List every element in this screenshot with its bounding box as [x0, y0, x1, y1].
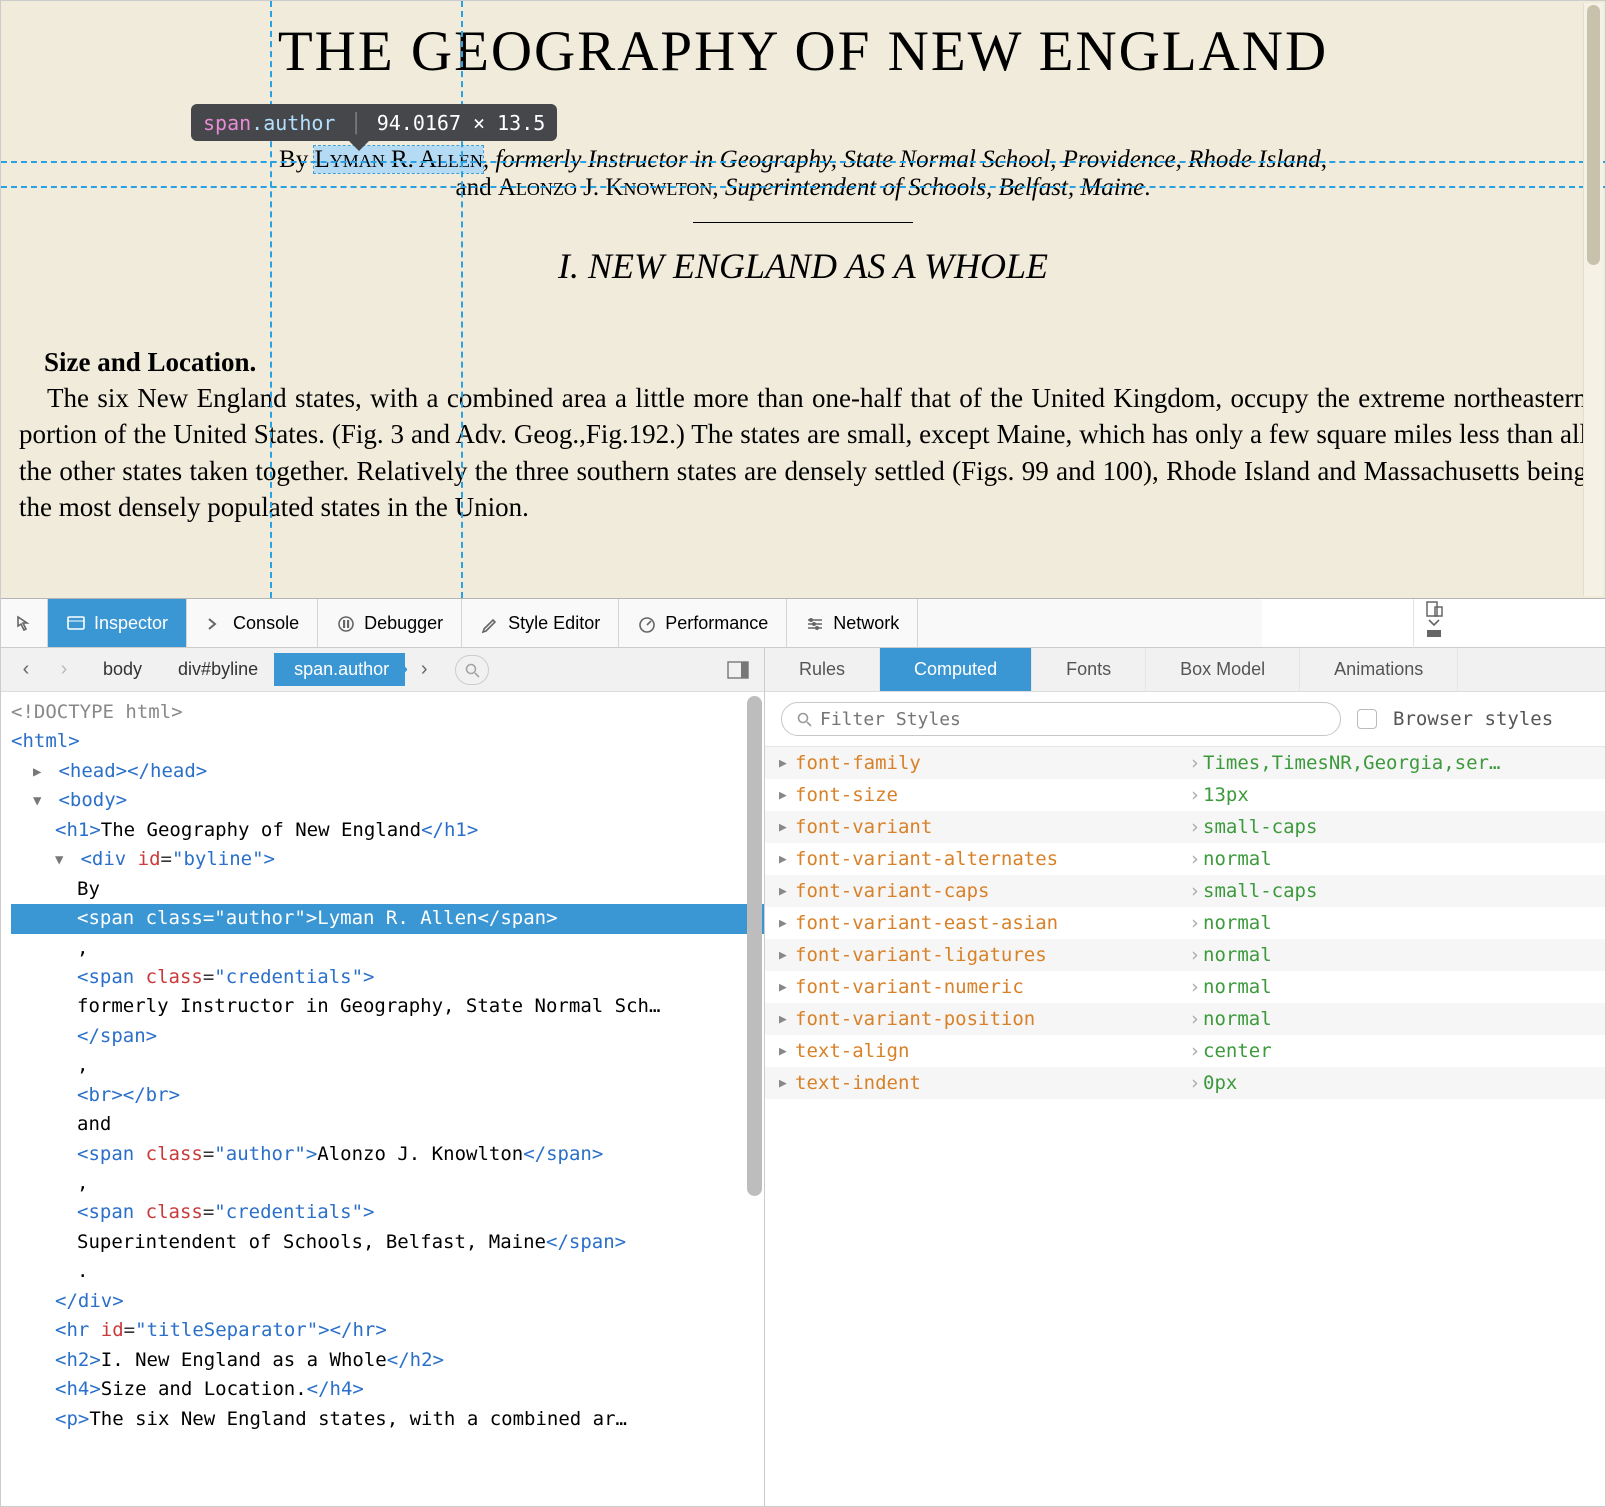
credentials-1: formerly Instructor in Geography, State …	[495, 146, 1320, 173]
browser-styles-label: Browser styles	[1393, 708, 1553, 730]
computed-row[interactable]: ▶font-variant-numeric›normal	[765, 971, 1605, 1003]
devtools: Inspector Console Debugger Style Editor …	[1, 598, 1605, 1506]
title-separator	[693, 222, 913, 223]
computed-row[interactable]: ▶font-variant›small-caps	[765, 811, 1605, 843]
devtools-toolbar: Inspector Console Debugger Style Editor …	[1, 599, 1605, 648]
tab-label: Style Editor	[508, 613, 600, 634]
byline-by: By	[279, 146, 314, 173]
computed-row[interactable]: ▶font-variant-alternates›normal	[765, 843, 1605, 875]
page-scrollbar[interactable]	[1583, 3, 1603, 596]
breadcrumb-item-selected[interactable]: span.author	[274, 653, 405, 686]
tooltip-tag: span	[203, 111, 251, 135]
tab-animations[interactable]: Animations	[1300, 648, 1458, 691]
subsection-heading: Size and Location.	[44, 347, 1587, 378]
computed-styles-list: ▶font-family›Times,TimesNR,Georgia,ser… …	[765, 747, 1605, 1506]
dom-tree[interactable]: <!DOCTYPE html> <html> ▶ <head></head> ▼…	[1, 692, 764, 1506]
computed-row[interactable]: ▶font-variant-east-asian›normal	[765, 907, 1605, 939]
computed-row[interactable]: ▶font-variant-position›normal	[765, 1003, 1605, 1035]
guide-line	[1, 186, 1605, 188]
tab-label: Network	[833, 613, 899, 634]
tooltip-class: .author	[251, 111, 335, 135]
tab-label: Performance	[665, 613, 768, 634]
tab-label: Inspector	[94, 613, 168, 634]
computed-row[interactable]: ▶text-align›center	[765, 1035, 1605, 1067]
tooltip-dims: 94.0167 × 13.5	[377, 111, 546, 135]
comma: ,	[483, 146, 496, 173]
dom-node-selected[interactable]: <span class="author">Lyman R. Allen</spa…	[11, 904, 764, 933]
search-icon	[796, 711, 812, 727]
tab-box-model[interactable]: Box Model	[1146, 648, 1300, 691]
tab-debugger[interactable]: Debugger	[318, 599, 462, 647]
responsive-mode-button[interactable]	[1413, 599, 1453, 619]
filter-input[interactable]	[820, 709, 1326, 730]
computed-row[interactable]: ▶text-indent›0px	[765, 1067, 1605, 1099]
pick-element-button[interactable]	[1, 599, 48, 647]
toggle-panel-button[interactable]	[718, 655, 758, 685]
tab-console[interactable]: Console	[187, 599, 318, 647]
comma: ,	[1321, 146, 1327, 173]
breadcrumb-prev[interactable]: ‹	[7, 654, 45, 686]
expand-toggle[interactable]: ▶	[33, 762, 47, 784]
guide-line	[461, 1, 463, 598]
page-content: THE GEOGRAPHY OF NEW ENGLAND By Lyman R.…	[1, 1, 1605, 598]
tab-rules[interactable]: Rules	[765, 648, 880, 691]
author-1: Lyman R. Allen	[314, 146, 482, 173]
tab-inspector[interactable]: Inspector	[48, 599, 187, 647]
dom-scrollbar[interactable]	[747, 696, 762, 1196]
computed-row[interactable]: ▶font-family›Times,TimesNR,Georgia,ser…	[765, 747, 1605, 779]
inspector-tooltip: span.author | 94.0167 × 13.5	[191, 104, 557, 141]
browser-styles-checkbox[interactable]	[1357, 709, 1377, 729]
section-heading: I. NEW ENGLAND AS A WHOLE	[19, 245, 1587, 287]
tab-computed[interactable]: Computed	[880, 648, 1032, 691]
dom-search-button[interactable]	[455, 655, 489, 685]
split-console-button[interactable]	[1413, 627, 1453, 647]
filter-styles-input[interactable]	[781, 702, 1341, 736]
body-paragraph: The six New England states, with a combi…	[19, 380, 1587, 526]
collapse-toggle[interactable]: ▼	[33, 791, 47, 813]
guide-line	[1, 161, 1605, 163]
dom-node[interactable]: <!DOCTYPE html>	[11, 701, 183, 723]
collapse-toggle[interactable]: ▼	[55, 850, 69, 872]
breadcrumb-next[interactable]: ›	[45, 654, 83, 686]
tab-style-editor[interactable]: Style Editor	[462, 599, 619, 647]
computed-row[interactable]: ▶font-variant-ligatures›normal	[765, 939, 1605, 971]
breadcrumb: ‹ › body div#byline span.author ›	[1, 648, 764, 692]
tab-fonts[interactable]: Fonts	[1032, 648, 1146, 691]
page-title: THE GEOGRAPHY OF NEW ENGLAND	[19, 19, 1587, 84]
tab-label: Debugger	[364, 613, 443, 634]
frame-select-button[interactable]	[1413, 619, 1453, 627]
breadcrumb-item[interactable]: body	[83, 653, 158, 686]
breadcrumb-item[interactable]: div#byline	[158, 653, 274, 686]
guide-line	[270, 1, 272, 598]
computed-row[interactable]: ▶font-variant-caps›small-caps	[765, 875, 1605, 907]
breadcrumb-next[interactable]: ›	[405, 654, 443, 686]
sidebar-tabs: Rules Computed Fonts Box Model Animation…	[765, 648, 1605, 692]
tab-performance[interactable]: Performance	[619, 599, 787, 647]
byline: By Lyman R. Allen, formerly Instructor i…	[19, 146, 1587, 202]
tab-network[interactable]: Network	[787, 599, 918, 647]
tab-label: Console	[233, 613, 299, 634]
computed-row[interactable]: ▶font-size›13px	[765, 779, 1605, 811]
